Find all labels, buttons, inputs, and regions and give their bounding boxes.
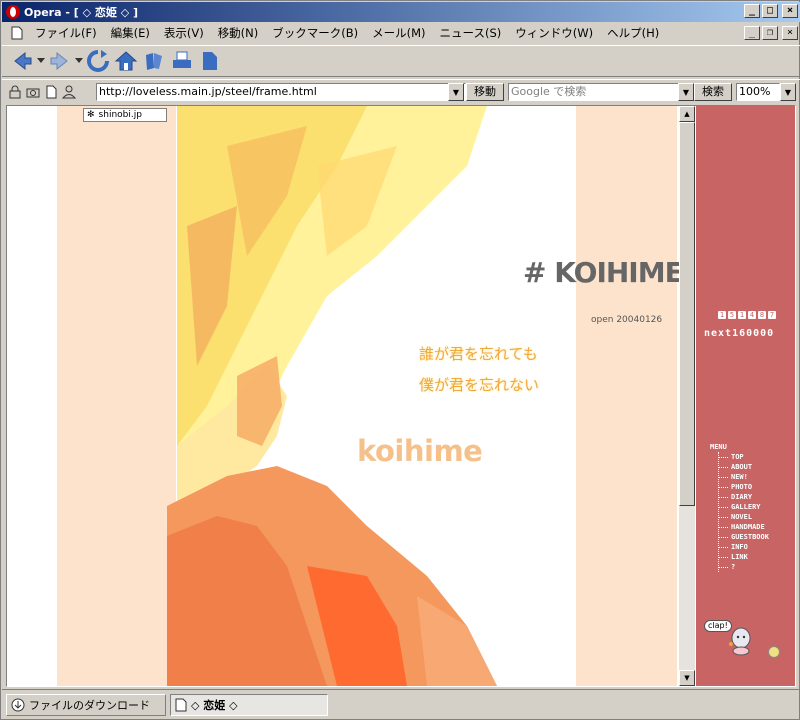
menu-file[interactable]: ファイル(F) xyxy=(28,25,104,41)
page-icon[interactable] xyxy=(196,47,224,75)
url-input[interactable]: http://loveless.main.jp/steel/frame.html xyxy=(96,83,466,101)
opera-logo-icon xyxy=(6,5,20,19)
menu-link-new[interactable]: NEW! xyxy=(719,472,788,482)
window-title: Opera - [ ◇ 恋姫 ◇ ] xyxy=(24,6,139,19)
download-manager-label: ファイルのダウンロード xyxy=(29,699,150,712)
menu-link-handmade[interactable]: HANDMADE xyxy=(719,522,788,532)
menu-link-about[interactable]: ABOUT xyxy=(719,462,788,472)
maximize-button[interactable]: □ xyxy=(762,4,778,18)
padlock-icon[interactable] xyxy=(6,83,24,101)
koihime-logo[interactable]: koihime xyxy=(357,434,483,468)
menu-link-question[interactable]: ? xyxy=(719,562,788,572)
menu-mail[interactable]: メール(M) xyxy=(365,25,432,41)
status-bar: ファイルのダウンロード ◇ 恋姫 ◇ xyxy=(2,689,800,719)
opera-window: Opera - [ ◇ 恋姫 ◇ ] _ □ × ファイル(F) 編集(E) 表… xyxy=(0,0,800,720)
koihime-illustration xyxy=(167,106,497,686)
menu-link-link[interactable]: LINK xyxy=(719,552,788,562)
next-counter-label: next160000 xyxy=(704,328,775,339)
vertical-scrollbar[interactable]: ▲ ▼ xyxy=(679,106,695,686)
navigation-toolbar xyxy=(2,45,800,77)
reload-icon[interactable] xyxy=(84,47,112,75)
forward-icon[interactable] xyxy=(46,47,74,75)
zoom-dropdown-button[interactable]: ▼ xyxy=(780,83,796,101)
hotlist-icon[interactable] xyxy=(140,47,168,75)
back-icon[interactable] xyxy=(8,47,36,75)
counter-digit: 1 xyxy=(738,311,746,319)
counter-digit: 1 xyxy=(718,311,726,319)
menu-link-info[interactable]: INFO xyxy=(719,542,788,552)
page-tab-icon xyxy=(175,698,187,712)
menu-heading: MENU xyxy=(710,443,727,451)
close-button[interactable]: × xyxy=(782,4,798,18)
shinobi-logo-icon: ✻ xyxy=(87,110,95,120)
menu-navigation[interactable]: 移動(N) xyxy=(211,25,266,41)
scroll-up-button[interactable]: ▲ xyxy=(679,106,695,122)
menu-link-diary[interactable]: DIARY xyxy=(719,492,788,502)
zoom-select[interactable]: 100% xyxy=(736,83,780,101)
download-icon xyxy=(11,698,25,712)
menu-window[interactable]: ウィンドウ(W) xyxy=(508,25,600,41)
new-page-icon[interactable] xyxy=(42,83,60,101)
poem-line-1: 誰が君を忘れても xyxy=(419,345,538,363)
page-tab-koihime[interactable]: ◇ 恋姫 ◇ xyxy=(170,694,328,716)
menu-link-guestbook[interactable]: GUESTBOOK xyxy=(719,532,788,542)
mdi-minimize-button[interactable]: _ xyxy=(744,26,760,40)
menu-news[interactable]: ニュース(S) xyxy=(433,25,509,41)
print-icon[interactable] xyxy=(168,47,196,75)
poem-line-2: 僕が君を忘れない xyxy=(419,376,540,394)
page-tab-label: ◇ 恋姫 ◇ xyxy=(191,699,238,712)
menu-link-novel[interactable]: NOVEL xyxy=(719,512,788,522)
shinobi-badge[interactable]: ✻ shinobi.jp xyxy=(83,108,167,122)
scroll-down-button[interactable]: ▼ xyxy=(679,670,695,686)
open-date: open 20040126 xyxy=(591,315,663,325)
smiley-icon[interactable] xyxy=(768,646,780,658)
forward-dropdown-icon[interactable] xyxy=(74,47,84,75)
url-dropdown-button[interactable]: ▼ xyxy=(448,83,464,101)
menu-bookmarks[interactable]: ブックマーク(B) xyxy=(265,25,365,41)
counter-digit: 4 xyxy=(748,311,756,319)
title-bar[interactable]: Opera - [ ◇ 恋姫 ◇ ] _ □ × xyxy=(2,2,800,22)
mdi-restore-button[interactable]: ❐ xyxy=(762,26,778,40)
menu-link-photo[interactable]: PHOTO xyxy=(719,482,788,492)
download-manager-tab[interactable]: ファイルのダウンロード xyxy=(6,694,166,716)
history-dropdown-icon[interactable] xyxy=(36,47,46,75)
page-viewport: ✻ shinobi.jp # KOIHIME open 20040126 誰が君… xyxy=(6,105,796,687)
search-input[interactable]: Google で検索 xyxy=(508,83,680,101)
counter-digit: 5 xyxy=(728,311,736,319)
counter-digit: 7 xyxy=(768,311,776,319)
menu-view[interactable]: 表示(V) xyxy=(157,25,211,41)
search-engine-dropdown[interactable]: ▼ xyxy=(678,83,694,101)
scroll-thumb[interactable] xyxy=(679,122,695,506)
menu-help[interactable]: ヘルプ(H) xyxy=(600,25,666,41)
home-icon[interactable] xyxy=(112,47,140,75)
menu-link-top[interactable]: TOP xyxy=(719,452,788,462)
menu-edit[interactable]: 編集(E) xyxy=(104,25,157,41)
clap-mascot-icon[interactable] xyxy=(728,626,754,656)
counter-digit: 8 xyxy=(758,311,766,319)
mdi-close-button[interactable]: × xyxy=(782,26,798,40)
user-mode-icon[interactable] xyxy=(60,83,78,101)
minimize-button[interactable]: _ xyxy=(744,4,760,18)
go-button[interactable]: 移動 xyxy=(466,83,504,101)
address-bar: http://loveless.main.jp/steel/frame.html… xyxy=(2,79,800,103)
main-frame: ✻ shinobi.jp # KOIHIME open 20040126 誰が君… xyxy=(7,106,696,686)
camera-icon[interactable] xyxy=(24,83,42,101)
site-title: # KOIHIME xyxy=(523,256,684,289)
side-menu-frame: 1 5 1 4 8 7 next160000 MENU TOP ABOUT NE… xyxy=(696,106,795,686)
document-icon xyxy=(11,26,23,40)
menu-bar: ファイル(F) 編集(E) 表示(V) 移動(N) ブックマーク(B) メール(… xyxy=(2,23,800,43)
access-counter: 1 5 1 4 8 7 xyxy=(718,311,776,319)
shinobi-label: shinobi.jp xyxy=(98,110,142,120)
site-menu: TOP ABOUT NEW! PHOTO DIARY GALLERY NOVEL… xyxy=(718,452,788,572)
search-button[interactable]: 検索 xyxy=(694,83,732,101)
menu-link-gallery[interactable]: GALLERY xyxy=(719,502,788,512)
